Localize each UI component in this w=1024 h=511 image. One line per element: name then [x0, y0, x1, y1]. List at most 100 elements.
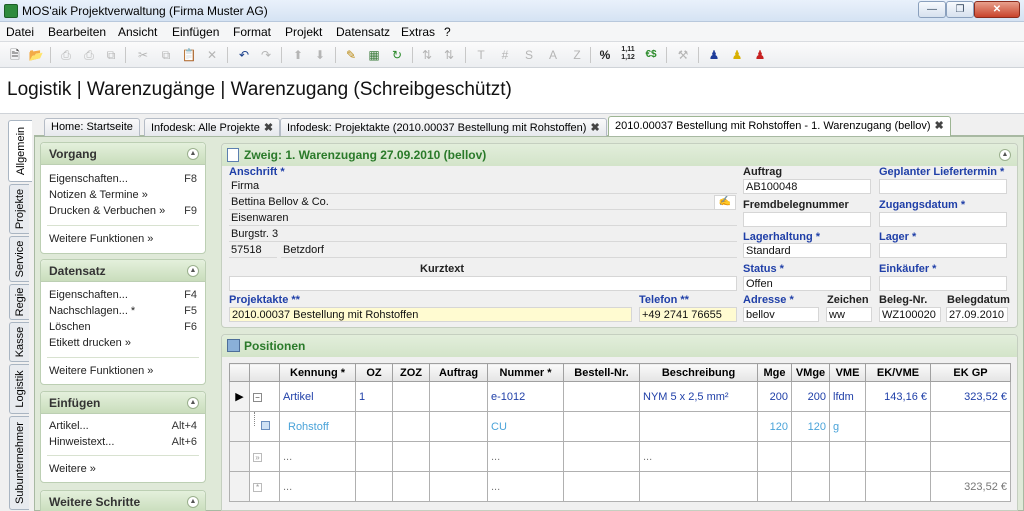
kurztext-field[interactable] [229, 276, 737, 291]
collapse-icon[interactable]: ▲ [187, 148, 199, 160]
edit-pencil-icon[interactable]: ✎ [342, 46, 360, 64]
cell-beschreibung[interactable]: ... [639, 441, 758, 472]
menu-datei[interactable]: Datei [6, 25, 34, 39]
table-row[interactable]: » ... ... ... [229, 441, 1011, 472]
column-auftrag[interactable]: Auftrag [429, 363, 488, 382]
menu-help[interactable]: ? [444, 25, 451, 39]
section-header[interactable]: Vorgang ▲ [41, 143, 205, 165]
cell-zoz[interactable] [392, 411, 430, 442]
tab-alle-projekte[interactable]: Infodesk: Alle Projekte ✖ [144, 118, 281, 136]
percent-icon[interactable]: % [596, 46, 614, 64]
ort-field[interactable]: Betzdorf [281, 243, 737, 258]
vtab-subunternehmer[interactable]: Subunternehmer [9, 416, 29, 510]
currency-icon[interactable]: €$ [642, 46, 660, 64]
address-lookup-button[interactable]: ✍ [714, 195, 736, 210]
collapse-icon[interactable]: ▲ [187, 496, 199, 508]
fremdbelegnummer-field[interactable] [743, 212, 871, 227]
cell-vmge[interactable] [791, 471, 830, 502]
decimal-places-icon[interactable]: 1,11 1,12 [619, 46, 637, 64]
action-notizen-termine[interactable]: Notizen & Termine » [49, 189, 197, 201]
column-oz[interactable]: OZ [355, 363, 393, 382]
cell-oz[interactable] [355, 471, 393, 502]
cell-bestell-nr[interactable] [563, 381, 640, 412]
additional-icon[interactable]: Z [568, 46, 586, 64]
section-header[interactable]: Datensatz ▲ [41, 260, 205, 282]
collapse-icon[interactable]: ▲ [187, 265, 199, 277]
action-artikel[interactable]: Artikel... Alt+4 [49, 420, 197, 432]
belegnr-field[interactable]: WZ100020 [879, 307, 941, 322]
cell-auftrag[interactable] [429, 381, 488, 412]
minimize-button[interactable]: — [918, 1, 946, 18]
cell-nummer[interactable]: e-1012 [487, 381, 564, 412]
move-down-icon[interactable]: ⬇ [311, 46, 329, 64]
user-red-icon[interactable]: ♟ [751, 46, 769, 64]
cell-oz[interactable]: 1 [355, 381, 393, 412]
cell-ek-gp[interactable]: 323,52 € [930, 381, 1011, 412]
table-row[interactable]: * ... ... 323,52 € [229, 471, 1011, 502]
close-tab-icon[interactable]: ✖ [590, 122, 599, 134]
action-etikett-drucken[interactable]: Etikett drucken » [49, 337, 197, 349]
cell-ek-vme[interactable]: 143,16 € [865, 381, 931, 412]
column-mge[interactable]: Mge [757, 363, 792, 382]
delete-icon[interactable]: ✕ [203, 46, 221, 64]
cell-beschreibung[interactable] [639, 411, 758, 442]
cell-mge[interactable]: 200 [757, 381, 792, 412]
cell-bestell-nr[interactable] [563, 411, 640, 442]
cell-ek-vme[interactable] [865, 441, 931, 472]
tab-projektakte[interactable]: Infodesk: Projektakte (2010.00037 Bestel… [280, 118, 607, 136]
action-weitere-funktionen[interactable]: Weitere Funktionen » [49, 365, 197, 377]
sort-descending-icon[interactable]: ⇅ [440, 46, 458, 64]
text-icon[interactable]: T [472, 46, 490, 64]
cell-kennung[interactable]: Rohstoff [279, 411, 356, 442]
projektakte-field[interactable]: 2010.00037 Bestellung mit Rohstoffen [229, 307, 632, 322]
adresse-field[interactable]: bellov [743, 307, 819, 322]
vtab-allgemein[interactable]: Allgemein [8, 120, 32, 182]
action-weitere[interactable]: Weitere » [49, 463, 197, 475]
vtab-service[interactable]: Service [9, 236, 29, 282]
subtotal-icon[interactable]: S [520, 46, 538, 64]
cell-nummer[interactable]: ... [487, 441, 564, 472]
cell-kennung[interactable]: ... [279, 471, 356, 502]
cell-zoz[interactable] [392, 471, 430, 502]
column-beschreibung[interactable]: Beschreibung [639, 363, 758, 382]
menu-extras[interactable]: Extras [401, 25, 435, 39]
redo-icon[interactable]: ↷ [257, 46, 275, 64]
cell-auftrag[interactable] [429, 441, 488, 472]
action-weitere-funktionen[interactable]: Weitere Funktionen » [49, 233, 197, 245]
cell-ek-gp[interactable] [930, 411, 1011, 442]
cell-ek-gp[interactable]: 323,52 € [930, 471, 1011, 502]
action-hinweistext[interactable]: Hinweistext... Alt+6 [49, 436, 197, 448]
cell-mge[interactable] [757, 471, 792, 502]
action-nachschlagen[interactable]: Nachschlagen... * F5 [49, 305, 197, 317]
column-vme[interactable]: VME [829, 363, 866, 382]
cell-vme[interactable]: lfdm [829, 381, 866, 412]
column-bestell-nr[interactable]: Bestell-Nr. [563, 363, 640, 382]
copy-icon[interactable]: ⧉ [157, 46, 175, 64]
close-tab-icon[interactable]: ✖ [264, 122, 273, 134]
open-folder-icon[interactable]: 📂 [27, 46, 45, 64]
move-up-icon[interactable]: ⬆ [289, 46, 307, 64]
plz-field[interactable]: 57518 [229, 243, 277, 258]
cell-ek-vme[interactable] [865, 471, 931, 502]
restore-button[interactable]: ❐ [946, 1, 974, 18]
auftrag-field[interactable]: AB100048 [743, 179, 871, 194]
cell-beschreibung[interactable]: NYM 5 x 2,5 mm² [639, 381, 758, 412]
menu-datensatz[interactable]: Datensatz [336, 25, 390, 39]
cell-bestell-nr[interactable] [563, 471, 640, 502]
table-row[interactable]: ▶ − Artikel 1 e-1012 NYM 5 x 2,5 mm² 200… [229, 381, 1011, 412]
action-drucken-verbuchen[interactable]: Drucken & Verbuchen » F9 [49, 205, 197, 217]
cell-bestell-nr[interactable] [563, 441, 640, 472]
geplanter-liefertermin-field[interactable] [879, 179, 1007, 194]
cell-kennung[interactable]: ... [279, 441, 356, 472]
cell-nummer[interactable]: ... [487, 471, 564, 502]
lagerhaltung-field[interactable]: Standard [743, 243, 871, 258]
cell-mge[interactable]: 120 [757, 411, 792, 442]
cell-kennung[interactable]: Artikel [279, 381, 356, 412]
tab-warenzugang-active[interactable]: 2010.00037 Bestellung mit Rohstoffen - 1… [608, 116, 951, 137]
menu-projekt[interactable]: Projekt [285, 25, 322, 39]
close-tab-icon[interactable]: ✖ [935, 120, 944, 132]
refresh-icon[interactable]: ↻ [388, 46, 406, 64]
action-eigenschaften[interactable]: Eigenschaften... F4 [49, 289, 197, 301]
cell-nummer[interactable]: CU [487, 411, 564, 442]
cell-vmge[interactable]: 200 [791, 381, 830, 412]
